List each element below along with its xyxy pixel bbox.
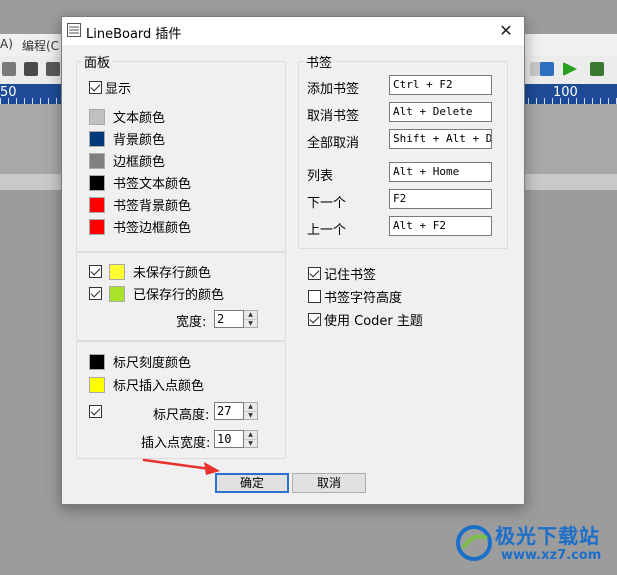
- bookmark-text-color-row[interactable]: 书签文本颜色: [89, 173, 191, 192]
- paste-icon[interactable]: [46, 62, 60, 76]
- list-bookmarks-hotkey[interactable]: Alt + Home: [389, 162, 492, 182]
- spin-up-icon[interactable]: ▲: [244, 311, 257, 320]
- bookmark-text-color-label: 书签文本颜色: [113, 177, 192, 192]
- ruler-height-checkbox[interactable]: [89, 405, 102, 418]
- next-bookmark-label: 下一个: [307, 196, 347, 211]
- spin-up-icon[interactable]: ▲: [244, 431, 257, 440]
- bookmark-border-color-row[interactable]: 书签边框颜色: [89, 217, 191, 236]
- color-swatch[interactable]: [89, 196, 105, 213]
- spin-down-icon[interactable]: ▼: [244, 320, 257, 328]
- bookmark-background-color-row[interactable]: 书签背景颜色: [89, 195, 191, 214]
- ruler-height-input[interactable]: 27: [214, 402, 244, 420]
- width-input[interactable]: 2: [214, 310, 244, 328]
- spin-down-icon[interactable]: ▼: [244, 412, 257, 420]
- spin-up-icon[interactable]: ▲: [244, 403, 257, 412]
- close-button[interactable]: ✕: [492, 20, 520, 42]
- color-swatch[interactable]: [89, 130, 105, 147]
- width-stepper[interactable]: 2 ▲ ▼: [214, 310, 258, 328]
- text-color-label: 文本颜色: [113, 111, 166, 126]
- ruler-caret-color-label: 标尺插入点颜色: [113, 379, 205, 394]
- wrench-icon[interactable]: [540, 62, 554, 76]
- add-bookmark-label: 添加书签: [307, 82, 360, 97]
- text-color-row[interactable]: 文本颜色: [89, 107, 165, 126]
- bookmark-border-color-label: 书签边框颜色: [113, 221, 192, 236]
- menu-item-program[interactable]: 编程(C: [22, 37, 59, 54]
- width-label: 宽度:: [176, 315, 207, 330]
- copy-icon[interactable]: [24, 62, 38, 76]
- color-swatch[interactable]: [89, 218, 105, 235]
- saved-line-row[interactable]: 已保存行的颜色: [89, 284, 224, 303]
- clear-bookmarks-hotkey[interactable]: Shift + Alt + Del: [389, 129, 492, 149]
- cut-icon[interactable]: [2, 62, 16, 76]
- watermark-logo-icon: [456, 525, 492, 561]
- app-icon: [67, 23, 81, 37]
- char-height-check-icon[interactable]: [308, 290, 321, 303]
- unsaved-line-label: 未保存行颜色: [133, 266, 212, 281]
- ruler-height-label: 标尺高度:: [153, 408, 210, 423]
- color-swatch[interactable]: [109, 285, 125, 302]
- saved-line-label: 已保存行的颜色: [133, 288, 225, 303]
- lineboard-dialog: LineBoard 插件 ✕ 面板 显示 文本颜色 背景颜色 边框颜色 书签文本…: [61, 16, 525, 505]
- caret-width-stepper[interactable]: 10 ▲ ▼: [214, 430, 258, 448]
- color-swatch[interactable]: [89, 174, 105, 191]
- remove-bookmark-label: 取消书签: [307, 109, 360, 124]
- background-color-row[interactable]: 背景颜色: [89, 129, 165, 148]
- unsaved-check-icon[interactable]: [89, 265, 102, 278]
- bookmark-char-height-checkbox[interactable]: 书签字符高度: [308, 287, 402, 306]
- remember-bookmarks-checkbox[interactable]: 记住书签: [308, 264, 376, 283]
- spin-down-icon[interactable]: ▼: [244, 440, 257, 448]
- border-color-label: 边框颜色: [113, 155, 166, 170]
- bookmark-group-title: 书签: [304, 52, 335, 71]
- ruler-tick-color-row[interactable]: 标尺刻度颜色: [89, 352, 191, 371]
- background-color-label: 背景颜色: [113, 133, 166, 148]
- color-swatch[interactable]: [89, 108, 105, 125]
- ok-button[interactable]: 确定: [215, 473, 289, 493]
- saved-check-icon[interactable]: [89, 287, 102, 300]
- color-swatch[interactable]: [109, 263, 125, 280]
- remove-bookmark-hotkey[interactable]: Alt + Delete: [389, 102, 492, 122]
- bookmark-background-color-label: 书签背景颜色: [113, 199, 192, 214]
- remember-bookmarks-label: 记住书签: [324, 268, 377, 283]
- coder-theme-label: 使用 Coder 主题: [324, 314, 423, 329]
- show-label: 显示: [105, 82, 132, 97]
- run-icon[interactable]: [563, 62, 577, 76]
- show-checkbox[interactable]: 显示: [89, 78, 131, 97]
- show-check-icon[interactable]: [89, 81, 102, 94]
- ruler-tick-color-label: 标尺刻度颜色: [113, 356, 192, 371]
- caret-width-input[interactable]: 10: [214, 430, 244, 448]
- border-color-row[interactable]: 边框颜色: [89, 151, 165, 170]
- watermark: 极光下载站 www.xz7.com: [455, 520, 615, 568]
- caret-width-label: 插入点宽度:: [141, 436, 211, 451]
- unsaved-line-row[interactable]: 未保存行颜色: [89, 262, 211, 281]
- red-arrow-icon: [142, 458, 220, 475]
- title-bar[interactable]: LineBoard 插件 ✕: [62, 17, 524, 45]
- page-icon[interactable]: [590, 62, 604, 76]
- color-swatch[interactable]: [89, 353, 105, 370]
- watermark-title: 极光下载站: [495, 524, 600, 548]
- ruler-caret-color-row[interactable]: 标尺插入点颜色: [89, 375, 204, 394]
- list-bookmarks-label: 列表: [307, 169, 334, 184]
- next-bookmark-hotkey[interactable]: F2: [389, 189, 492, 209]
- previous-bookmark-label: 上一个: [307, 223, 347, 238]
- bookmark-char-height-label: 书签字符高度: [324, 291, 403, 306]
- cancel-button[interactable]: 取消: [292, 473, 366, 493]
- dialog-title: LineBoard 插件: [86, 27, 182, 42]
- watermark-url: www.xz7.com: [501, 548, 602, 563]
- ruler-height-stepper[interactable]: 27 ▲ ▼: [214, 402, 258, 420]
- coder-theme-checkbox[interactable]: 使用 Coder 主题: [308, 310, 423, 329]
- color-swatch[interactable]: [89, 152, 105, 169]
- panel-group-title: 面板: [82, 52, 113, 71]
- add-bookmark-hotkey[interactable]: Ctrl + F2: [389, 75, 492, 95]
- previous-bookmark-hotkey[interactable]: Alt + F2: [389, 216, 492, 236]
- color-swatch[interactable]: [89, 376, 105, 393]
- remember-check-icon[interactable]: [308, 267, 321, 280]
- coder-theme-check-icon[interactable]: [308, 313, 321, 326]
- menu-item-a[interactable]: A): [0, 37, 13, 51]
- clear-bookmarks-label: 全部取消: [307, 136, 360, 151]
